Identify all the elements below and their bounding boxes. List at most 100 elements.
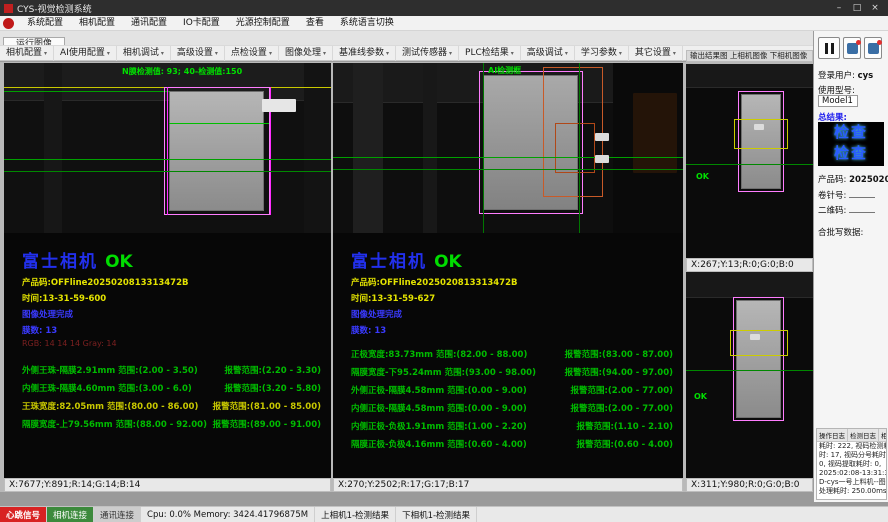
app-icon	[4, 4, 13, 13]
top-preview-coord-bar: X:267;Y:13;R:0;G:0;B:0	[686, 258, 813, 272]
log-tabs: 操作日志 检测日志 相机日志	[817, 429, 886, 442]
minimize-button-icon[interactable]: –	[830, 1, 848, 15]
pause-button[interactable]	[818, 37, 840, 59]
tool-spot-check[interactable]: 点检设置	[225, 46, 279, 61]
measure-line-green	[686, 370, 813, 371]
alarm-range-text: 报警范围:(3.20 - 5.80)	[224, 382, 321, 394]
qr-input[interactable]	[849, 204, 875, 213]
menu-view[interactable]: 查看	[298, 16, 332, 30]
alarm-range-text: 报警范围:(1.10 - 2.10)	[576, 420, 673, 432]
log-line: D-cys一号上料机--图像	[817, 478, 886, 487]
measure-line-green	[169, 123, 269, 124]
menu-io-config[interactable]: IO卡配置	[175, 16, 228, 30]
close-button-icon[interactable]: ×	[866, 1, 884, 15]
edge-line-green	[579, 63, 580, 233]
menu-system-config[interactable]: 系统配置	[19, 16, 71, 30]
log-tab-detect[interactable]: 检测日志	[848, 429, 879, 441]
left-extra-line: RGB: 14 14 14 Gray: 14	[22, 339, 331, 348]
alarm-range-text: 报警范围:(83.00 - 87.00)	[565, 348, 673, 360]
edge-line-magenta	[167, 87, 168, 215]
log-line: 2025:02:08-13:31:39:65	[817, 469, 886, 478]
measure-line-green	[4, 159, 331, 160]
log-line: 处理耗时: 250.00ms	[817, 487, 886, 496]
right-camera-image[interactable]: AI检测框	[333, 63, 683, 233]
measurement-text: 内侧王珠-隔膜4.60mm 范围:(3.00 - 6.0)	[22, 382, 192, 394]
measurement-text: 内侧正极-隔膜4.58mm 范围:(0.00 - 9.00)	[351, 402, 527, 414]
measurement-text: 王珠宽度:82.05mm 范围:(80.00 - 86.00)	[22, 400, 198, 412]
tool-advanced-debug[interactable]: 高级调试	[521, 46, 575, 61]
alarm-range-text: 报警范围:(2.00 - 77.00)	[571, 402, 673, 414]
left-result-status: OK	[105, 252, 133, 272]
product-code-label: 产品码:	[818, 175, 846, 185]
left-result-title: 富士相机	[22, 252, 98, 272]
tool-camera-debug[interactable]: 相机调试	[117, 46, 171, 61]
qr-label: 二维码:	[818, 206, 846, 216]
login-user-label: 登录用户:	[818, 71, 855, 81]
left-camera-image[interactable]: N膜检测值: 93; 40-检测值:150	[4, 63, 331, 233]
tool-ai-config[interactable]: AI使用配置	[54, 46, 117, 61]
bright-spot	[754, 124, 764, 130]
right-overlay-label: AI检测框	[488, 65, 521, 76]
preview-header: 输出结果图 上相机图像 下相机图像	[686, 50, 813, 62]
model-select[interactable]: Model1	[818, 95, 858, 107]
total-result-display: 检查 检查	[818, 122, 884, 166]
log-tab-operation[interactable]: 操作日志	[817, 429, 848, 441]
tool-plc-result[interactable]: PLC检结果	[459, 46, 521, 61]
edge-line-green	[483, 63, 484, 233]
top-preview-image[interactable]: OK	[686, 64, 813, 258]
menu-comm-config[interactable]: 通讯配置	[123, 16, 175, 30]
machine-stripe	[304, 63, 331, 233]
tool-learn-params[interactable]: 学习参数	[575, 46, 629, 61]
alarm-range-text: 报警范围:(94.00 - 97.00)	[565, 366, 673, 378]
left-overlay-label: N膜检测值: 93; 40-检测值:150	[122, 66, 242, 77]
tool-advanced-settings[interactable]: 高级设置	[171, 46, 225, 61]
top-preview-panel: OK	[686, 64, 813, 258]
left-time: 时间:13-31-59-600	[22, 292, 331, 304]
menu-language-switch[interactable]: 系统语言切换	[332, 16, 402, 30]
right-process-done: 图像处理完成	[351, 308, 683, 320]
camera-connection-indicator: 相机连接	[47, 507, 94, 522]
measurement-text: 外侧王珠-隔膜2.91mm 范围:(2.00 - 3.50)	[22, 364, 198, 376]
alarm-range-text: 报警范围:(89.00 - 91.00)	[213, 418, 321, 430]
tool-other-settings[interactable]: 其它设置	[629, 46, 683, 61]
measure-line-green	[333, 169, 683, 170]
total-result-line2: 检查	[818, 143, 884, 164]
right-time: 时间:13-31-59-627	[351, 292, 683, 304]
menu-light-config[interactable]: 光源控制配置	[228, 16, 298, 30]
top-preview-overlay: OK	[696, 172, 709, 181]
tab-row: 运行图像	[0, 31, 813, 45]
menu-camera-config[interactable]: 相机配置	[71, 16, 123, 30]
bright-spot	[595, 155, 609, 163]
left-measurement-rows: 外侧王珠-隔膜2.91mm 范围:(2.00 - 3.50)报警范围:(2.20…	[22, 364, 331, 430]
log-tab-camera[interactable]: 相机日志	[879, 429, 887, 441]
right-coord-bar: X:270;Y:2502;R:17;G:17;B:17	[333, 478, 683, 492]
measurement-text: 隔膜宽度-下95.24mm 范围:(93.00 - 98.00)	[351, 366, 536, 378]
measurement-text: 正极宽度:83.73mm 范围:(82.00 - 88.00)	[351, 348, 527, 360]
top-camera-result-tab[interactable]: 上相机1-检测结果	[315, 507, 396, 522]
alarm-range-text: 报警范围:(2.00 - 77.00)	[571, 384, 673, 396]
tool-image-process[interactable]: 图像处理	[279, 46, 333, 61]
log-line: 耗时: 222, 视码检测耗	[817, 442, 886, 451]
status-bar: 心跳信号 相机连接 通讯连接 Cpu: 0.0% Memory: 3424.41…	[0, 506, 888, 522]
tool-sensor-test[interactable]: 测试传感器	[396, 46, 459, 61]
left-camera-panel: N膜检测值: 93; 40-检测值:150 富士相机 OK 产品码:OFFlin…	[4, 63, 331, 478]
brand-logo-icon	[3, 18, 14, 29]
right-result-title: 富士相机	[351, 252, 427, 272]
log-line: 0, 视码提取耗时: 0,	[817, 460, 886, 469]
menu-bar: 系统配置 相机配置 通讯配置 IO卡配置 光源控制配置 查看 系统语言切换	[0, 16, 888, 31]
monitor-toggle-button[interactable]	[864, 37, 882, 59]
window-title: CYS-视觉检测系统	[17, 2, 92, 15]
needle-input[interactable]	[849, 189, 875, 198]
measurement-text: 隔膜正极-负极4.16mm 范围:(0.60 - 4.00)	[351, 438, 527, 450]
bottom-camera-result-tab[interactable]: 下相机1-检测结果	[396, 507, 477, 522]
cpu-memory-status: Cpu: 0.0% Memory: 3424.41796875M	[141, 507, 315, 522]
tool-camera-config[interactable]: 相机配置	[0, 46, 54, 61]
needle-label: 卷针号:	[818, 191, 846, 201]
right-camera-panel: AI检测框 富士相机 OK 产品码:OFFline202502081331347…	[333, 63, 683, 478]
right-measurement-rows: 正极宽度:83.73mm 范围:(82.00 - 88.00) 报警范围:(83.…	[351, 348, 683, 450]
maximize-button-icon[interactable]: □	[848, 1, 866, 15]
bottom-preview-image[interactable]: OK	[686, 272, 813, 478]
measure-line-green	[4, 171, 331, 172]
tool-baseline-params[interactable]: 基准线参数	[333, 46, 396, 61]
camera-toggle-button[interactable]	[843, 37, 861, 59]
